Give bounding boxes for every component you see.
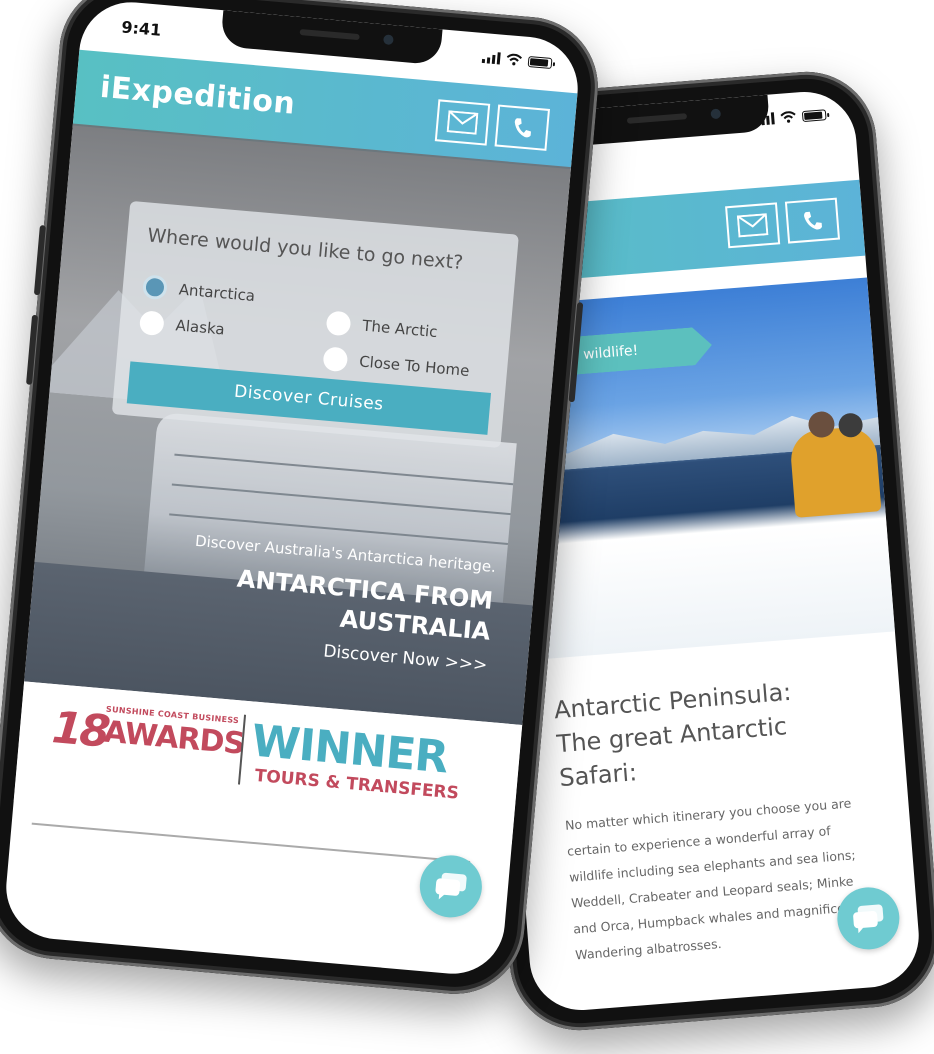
- phone-icon: [804, 211, 822, 230]
- volume-button: [33, 225, 46, 296]
- awards-year: 18: [49, 702, 110, 758]
- phone-screen-front: 9:41 iExpedition Where would you like to…: [1, 0, 583, 979]
- wifi-icon: [780, 111, 797, 124]
- section-title: Antarctic Peninsula: The great Antarctic…: [553, 675, 798, 795]
- volume-button: [26, 314, 39, 385]
- battery-icon: [527, 55, 553, 69]
- email-button[interactable]: [434, 99, 491, 146]
- hero-image: Where would you like to go next? Antarct…: [24, 123, 572, 725]
- mail-icon: [736, 213, 769, 238]
- signal-icon: [481, 51, 501, 65]
- photo-travellers: [788, 425, 882, 518]
- chat-icon: [435, 872, 467, 900]
- chat-button[interactable]: [417, 852, 485, 920]
- promo-block: Discover Australia's Antarctica heritage…: [24, 124, 531, 722]
- wifi-icon: [506, 53, 523, 66]
- discover-now-link[interactable]: Discover Now >>>: [323, 641, 489, 675]
- call-button[interactable]: [784, 197, 841, 244]
- brand-logo[interactable]: iExpedition: [99, 70, 297, 122]
- phone-icon: [514, 118, 531, 138]
- phone-mockup-front: 9:41 iExpedition Where would you like to…: [0, 0, 604, 1000]
- call-button[interactable]: [494, 104, 551, 151]
- section-body: No matter which itinerary you choose you…: [564, 795, 859, 963]
- battery-icon: [801, 108, 827, 122]
- email-button[interactable]: [725, 202, 781, 249]
- chat-icon: [853, 904, 884, 934]
- mail-icon: [446, 110, 479, 135]
- status-time: 9:41: [120, 17, 163, 40]
